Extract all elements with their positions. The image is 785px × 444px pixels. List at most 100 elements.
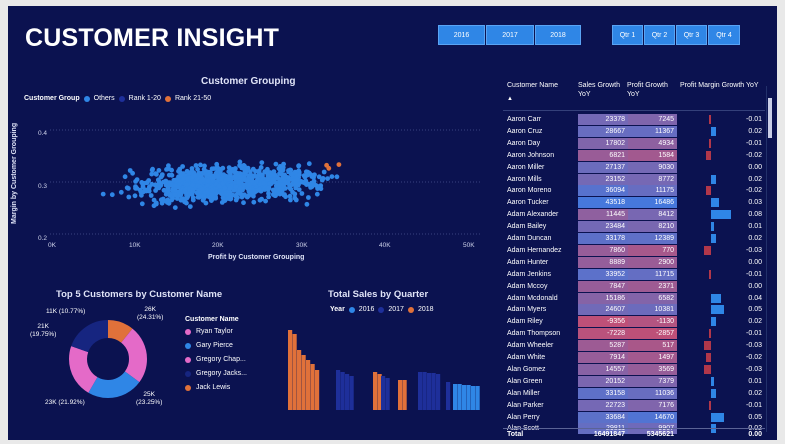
scatter-point[interactable] [190,187,196,193]
quarter-bar[interactable] [373,372,378,410]
scatter-point[interactable] [198,162,203,168]
scatter-point[interactable] [271,192,277,198]
scatter-point[interactable] [153,171,158,177]
scatter-point[interactable] [219,200,225,205]
scatter-point[interactable] [189,166,195,171]
header-profit-growth[interactable]: Profit Growth YoY [627,81,673,99]
scatter-point[interactable] [133,179,138,184]
scatter-point[interactable] [161,179,166,185]
scatter-point[interactable] [187,204,193,209]
scatter-point[interactable] [325,176,330,181]
quarter-bar[interactable] [315,370,320,410]
scatter-point[interactable] [227,185,233,191]
donut-legend-gregory-chap[interactable]: Gregory Chap... [185,356,246,363]
quarter-bar[interactable] [431,373,436,410]
quarter-4-button[interactable]: Qtr 4 [708,25,740,45]
scatter-point[interactable] [226,176,232,182]
scatter-point[interactable] [296,163,302,169]
quarter-bar[interactable] [349,376,354,410]
scatter-point[interactable] [207,169,213,175]
table-row[interactable]: Aaron Johnson 6821 1584 -0.02 [503,149,765,161]
scatter-point[interactable] [182,188,188,194]
scatter-point[interactable] [264,170,270,176]
table-row[interactable]: Adam Mcdonald 15186 6582 0.04 [503,292,765,304]
quarter-bar[interactable] [340,372,345,410]
scatter-point[interactable] [304,201,310,207]
scatter-point[interactable] [256,187,262,193]
table-row[interactable]: Aaron Miller 27137 9030 0.00 [503,161,765,173]
quarter-bar[interactable] [453,384,458,410]
quarter-bar[interactable] [385,378,390,410]
scatter-point[interactable] [294,177,300,183]
scatter-point[interactable] [261,180,266,186]
scatter-point[interactable] [185,194,191,200]
quarter-bar[interactable] [457,384,462,410]
scatter-point[interactable] [251,199,257,205]
scatter-point[interactable] [273,161,279,167]
scatter-point[interactable] [151,203,157,209]
table-scrollbar[interactable] [766,86,773,432]
scatter-point[interactable] [172,205,178,210]
quarter-bar[interactable] [436,374,441,410]
header-customer-name[interactable]: Customer Name [507,81,558,90]
scatter-point[interactable] [246,189,252,194]
year-2017-button[interactable]: 2017 [486,25,534,45]
scatter-point[interactable] [306,161,312,167]
scatter-point[interactable] [190,195,196,201]
table-row[interactable]: Alan Green 20152 7379 0.01 [503,375,765,387]
scatter-point[interactable] [245,194,250,200]
quarter-bar[interactable] [446,382,451,410]
scatter-point[interactable] [299,179,305,185]
scatter-point[interactable] [266,185,272,191]
donut-legend-gary-pierce[interactable]: Gary Pierce [185,342,233,349]
table-row[interactable]: Adam White 7914 1497 -0.02 [503,352,765,363]
scatter-point[interactable] [288,167,294,173]
scatter-point[interactable] [316,174,322,180]
table-row[interactable]: Adam Myers 24607 10381 0.05 [503,304,765,316]
scatter-point[interactable] [132,193,138,199]
header-margin-growth[interactable]: Profit Margin Growth YoY [680,81,764,90]
scatter-point[interactable] [245,166,250,172]
scatter-point[interactable] [139,201,145,207]
table-row[interactable]: Aaron Carr 23378 7245 -0.01 [503,114,765,125]
table-row[interactable]: Aaron Cruz 28667 11367 0.02 [503,125,765,137]
quarter-bar[interactable] [475,386,480,410]
scatter-point[interactable] [279,172,285,177]
scrollbar-thumb[interactable] [768,98,772,138]
scatter-point[interactable] [180,164,186,169]
scatter-point[interactable] [324,162,329,168]
quarter-bar[interactable] [462,385,467,410]
sales-by-quarter-chart[interactable] [278,318,493,410]
scatter-point[interactable] [100,191,106,197]
scatter-point[interactable] [263,198,268,204]
scatter-point[interactable] [177,193,183,198]
scatter-point[interactable] [140,184,146,190]
table-row[interactable]: Alan Miller 33158 11036 0.02 [503,387,765,399]
quarter-bar[interactable] [336,370,341,410]
scatter-point[interactable] [280,165,286,170]
scatter-point[interactable] [299,191,305,196]
scatter-point[interactable] [336,162,342,167]
scatter-point[interactable] [266,191,271,196]
scatter-point[interactable] [149,181,155,187]
scatter-point[interactable] [329,174,335,179]
scatter-point[interactable] [228,170,233,176]
table-row[interactable]: Adam Riley -9356 -1130 0.02 [503,316,765,328]
scatter-point[interactable] [272,172,278,178]
scatter-point[interactable] [217,167,223,172]
scatter-point[interactable] [171,177,177,183]
scatter-point[interactable] [219,191,224,197]
scatter-point[interactable] [178,172,184,178]
table-row[interactable]: Aaron Mills 23152 8772 0.02 [503,173,765,185]
scatter-point[interactable] [233,193,238,198]
table-row[interactable]: Adam Jenkins 33952 11715 -0.01 [503,268,765,280]
scatter-point[interactable] [209,192,215,198]
scatter-point[interactable] [124,185,130,191]
scatter-point[interactable] [154,185,160,191]
table-row[interactable]: Alan Gomez 14557 3569 -0.03 [503,363,765,375]
scatter-point[interactable] [166,172,172,178]
scatter-plot[interactable] [50,116,480,244]
donut-legend-gregory-jacks[interactable]: Gregory Jacks... [185,370,247,377]
quarter-bar[interactable] [310,364,315,410]
scatter-point[interactable] [158,197,164,203]
